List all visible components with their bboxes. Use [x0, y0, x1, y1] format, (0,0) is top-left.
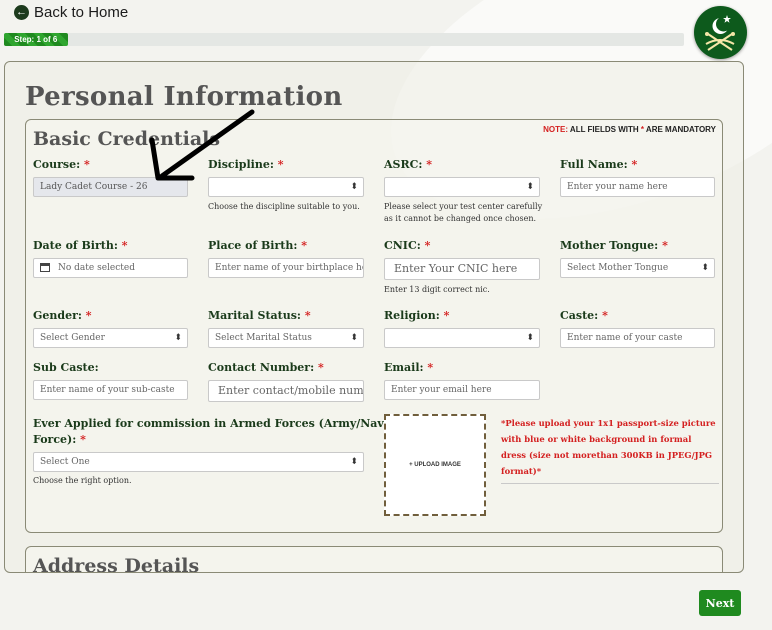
asrc-select[interactable] [384, 177, 540, 197]
upload-image-button[interactable]: + UPLOAD IMAGE [384, 414, 486, 516]
gender-select[interactable]: Select Gender [33, 328, 188, 348]
marital-status-select[interactable]: Select Marital Status [208, 328, 364, 348]
full-name-input[interactable]: Enter your name here [560, 177, 715, 197]
dob-label: Date of Birth: * [33, 239, 128, 252]
asrc-help: Please select your test center carefully… [384, 202, 543, 223]
dob-input[interactable]: No date selected [33, 258, 188, 278]
marital-status-label: Marital Status: * [208, 309, 311, 322]
mandatory-note: NOTE: ALL FIELDS WITH * ARE MANDATORY [543, 125, 716, 134]
ever-applied-help: Choose the right option. [33, 476, 132, 485]
asrc-label: ASRC: * [384, 158, 433, 171]
upload-note: *Please upload your 1x1 passport-size pi… [501, 415, 719, 484]
personal-information-panel: Personal Information Basic Credentials N… [4, 61, 744, 573]
progress-fill: Step: 1 of 6 [4, 33, 68, 46]
ever-applied-label: Ever Applied for commission in Armed For… [33, 417, 413, 446]
discipline-help: Choose the discipline suitable to you. [208, 202, 360, 211]
course-label: Course: * [33, 158, 90, 171]
religion-label: Religion: * [384, 309, 450, 322]
pob-input[interactable]: Enter name of your birthplace he [208, 258, 364, 278]
gender-label: Gender: * [33, 309, 92, 322]
top-bar: ← Back to Home Step: 1 of 6 [0, 0, 772, 60]
next-button[interactable]: Next [699, 590, 741, 616]
cnic-label: CNIC: * [384, 239, 431, 252]
caste-label: Caste: * [560, 309, 608, 322]
contact-number-label: Contact Number: * [208, 361, 324, 374]
basic-credentials-card: Basic Credentials NOTE: ALL FIELDS WITH … [25, 119, 723, 533]
cnic-help: Enter 13 digit correct nic. [384, 285, 490, 294]
contact-number-input[interactable]: Enter contact/mobile numb [208, 380, 364, 402]
religion-select[interactable] [384, 328, 540, 348]
email-input[interactable]: Enter your email here [384, 380, 540, 400]
pob-label: Place of Birth: * [208, 239, 308, 252]
progress-bar: Step: 1 of 6 [4, 33, 684, 46]
calendar-icon [40, 263, 50, 272]
email-label: Email: * [384, 361, 434, 374]
sub-caste-label: Sub Caste: [33, 361, 99, 374]
annotation-arrow [149, 109, 255, 181]
full-name-label: Full Name: * [560, 158, 638, 171]
cnic-input[interactable]: Enter Your CNIC here [384, 258, 540, 280]
arrow-left-icon: ← [14, 5, 29, 20]
ever-applied-select[interactable]: Select One [33, 452, 364, 472]
army-logo [694, 6, 747, 59]
address-section-title: Address Details [33, 555, 200, 573]
back-label: Back to Home [34, 4, 129, 21]
sub-caste-input[interactable]: Enter name of your sub-caste [33, 380, 188, 400]
back-to-home-link[interactable]: ← Back to Home [14, 4, 128, 21]
mother-tongue-label: Mother Tongue: * [560, 239, 668, 252]
address-details-card: Address Details [25, 546, 723, 573]
mother-tongue-select[interactable]: Select Mother Tongue [560, 258, 715, 278]
caste-input[interactable]: Enter name of your caste [560, 328, 715, 348]
